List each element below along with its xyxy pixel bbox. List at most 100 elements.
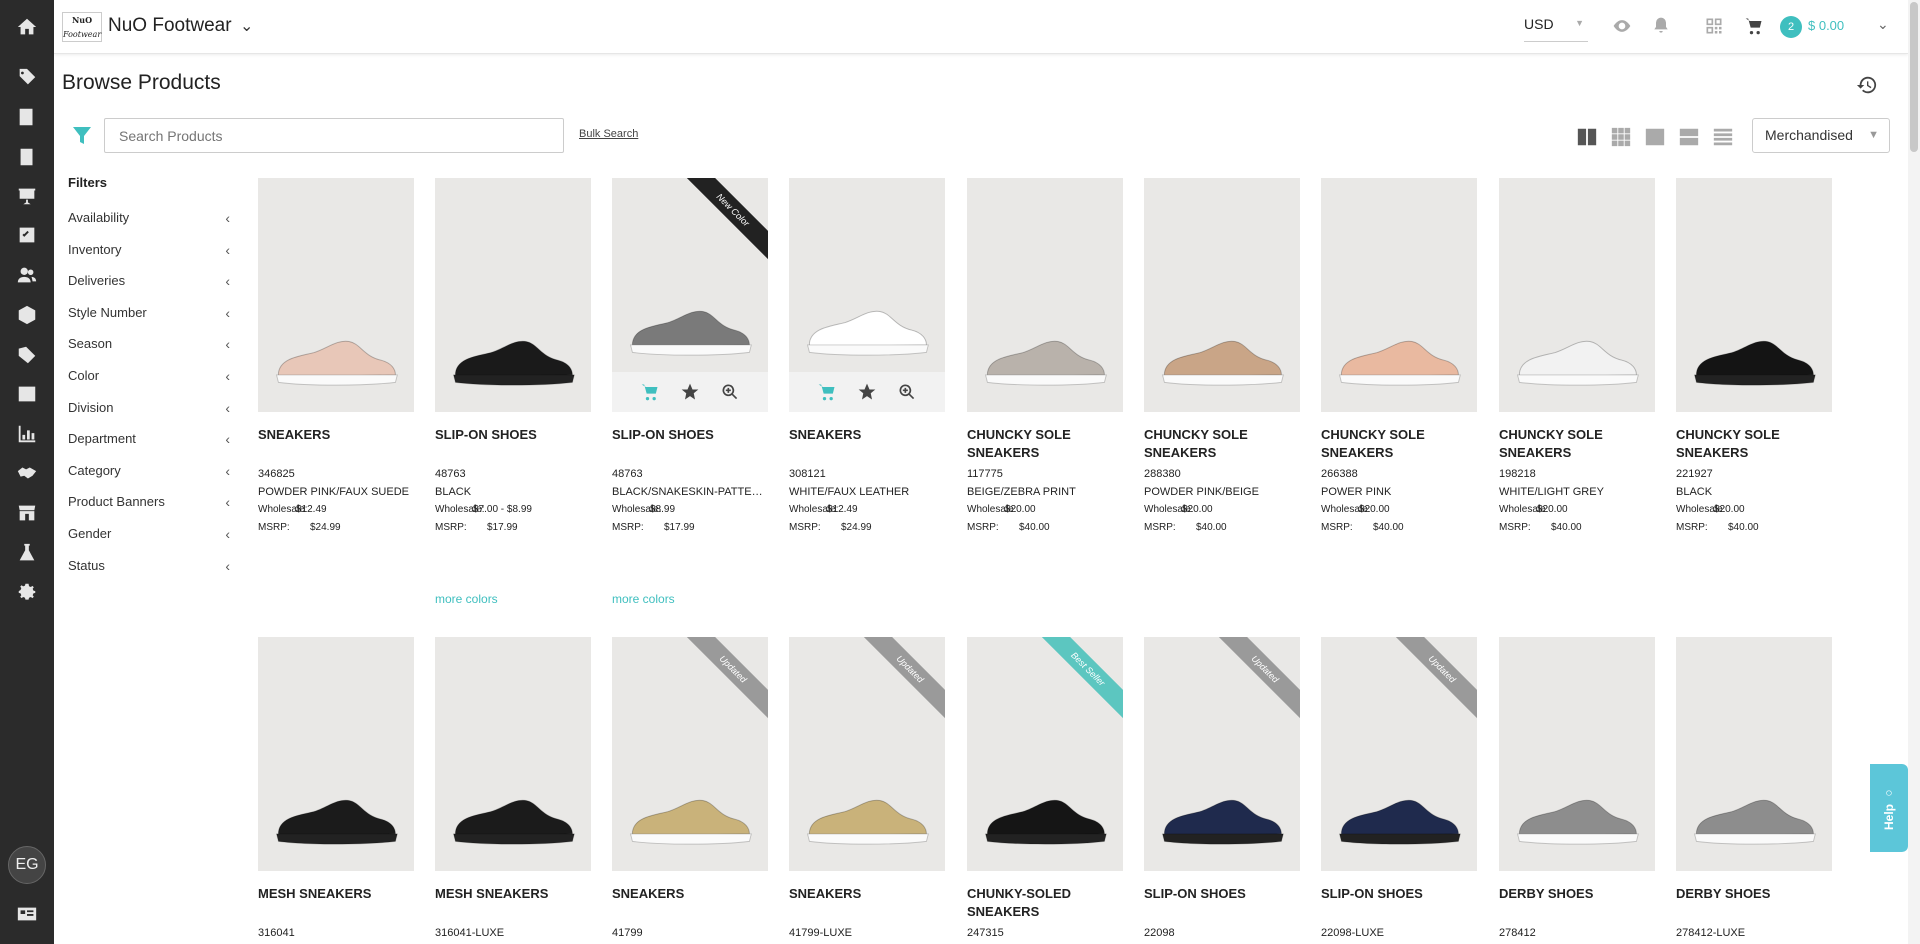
product-card[interactable]: CHUNCKY SOLE SNEAKERS 117775 BEIGE/ZEBRA P…: [967, 178, 1123, 618]
product-name[interactable]: SNEAKERS: [258, 426, 414, 444]
tag-icon[interactable]: [13, 64, 41, 92]
product-card[interactable]: CHUNCKY SOLE SNEAKERS 288380 POWDER PINK/B…: [1144, 178, 1300, 618]
product-image[interactable]: Updated: [1144, 637, 1300, 871]
zoom-icon[interactable]: [897, 382, 917, 402]
filter-item[interactable]: Department ‹: [68, 431, 234, 463]
product-image[interactable]: [1499, 637, 1655, 871]
product-image[interactable]: New Color: [612, 178, 768, 372]
filter-item[interactable]: Inventory ‹: [68, 242, 234, 274]
flask-icon[interactable]: [13, 539, 41, 567]
product-name[interactable]: CHUNCKY SOLE SNEAKERS: [1144, 426, 1300, 462]
help-button[interactable]: Help ○: [1870, 764, 1908, 852]
more-colors-link[interactable]: more colors: [435, 592, 498, 606]
presentation-icon[interactable]: [13, 182, 41, 210]
filter-item[interactable]: Category ‹: [68, 463, 234, 495]
cart-total[interactable]: $ 0.00: [1808, 18, 1844, 33]
product-card[interactable]: Best Seller CHUNKY-SOLED SNEAKERS 247315: [967, 637, 1123, 939]
product-image[interactable]: [435, 178, 591, 412]
product-card[interactable]: DERBY SHOES 278412-LUXE: [1676, 637, 1832, 939]
currency-select[interactable]: USD ▼: [1524, 16, 1588, 42]
user-menu-chevron-icon[interactable]: ⌄: [1877, 16, 1889, 33]
favorite-star-icon[interactable]: [680, 382, 700, 402]
product-name[interactable]: CHUNCKY SOLE SNEAKERS: [967, 426, 1123, 462]
product-image[interactable]: [1676, 637, 1832, 871]
filter-item[interactable]: Status ‹: [68, 558, 234, 590]
id-card-icon[interactable]: [13, 900, 41, 928]
search-products-input[interactable]: [104, 118, 564, 153]
filter-item[interactable]: Style Number ‹: [68, 305, 234, 337]
qr-scan-icon[interactable]: [1704, 16, 1726, 38]
product-name[interactable]: CHUNCKY SOLE SNEAKERS: [1676, 426, 1832, 462]
compact-list-view-icon[interactable]: [1712, 126, 1734, 148]
add-to-cart-icon[interactable]: [640, 382, 660, 402]
sort-select[interactable]: Merchandised ▼: [1752, 118, 1890, 153]
product-card[interactable]: Updated SNEAKERS 41799: [612, 637, 768, 939]
filter-item[interactable]: Availability ‹: [68, 210, 234, 242]
more-colors-link[interactable]: more colors: [612, 592, 675, 606]
product-card[interactable]: MESH SNEAKERS 316041-LUXE: [435, 637, 591, 939]
product-name[interactable]: SNEAKERS: [789, 426, 945, 444]
images-icon[interactable]: [13, 380, 41, 408]
product-name[interactable]: DERBY SHOES: [1499, 885, 1655, 903]
product-image[interactable]: [1499, 178, 1655, 412]
product-card[interactable]: CHUNCKY SOLE SNEAKERS 266388 POWER PINK Who…: [1321, 178, 1477, 618]
store-icon[interactable]: [13, 499, 41, 527]
list-view-icon[interactable]: [1678, 126, 1700, 148]
product-card[interactable]: CHUNCKY SOLE SNEAKERS 198218 WHITE/LIGHT G…: [1499, 178, 1655, 618]
product-name[interactable]: CHUNCKY SOLE SNEAKERS: [1321, 426, 1477, 462]
filter-funnel-icon[interactable]: [70, 124, 94, 148]
product-card[interactable]: New Color SLIP-ON SHOES 48763 BLACK/SNAKESK…: [612, 178, 768, 618]
product-card[interactable]: SNEAKERS 346825 POWDER PINK/FAUX SUEDE Whol…: [258, 178, 414, 618]
product-card[interactable]: CHUNCKY SOLE SNEAKERS 221927 BLACK Wholesal…: [1676, 178, 1832, 618]
product-image[interactable]: [789, 178, 945, 372]
product-card[interactable]: SLIP-ON SHOES 48763 BLACK Wholesale:$7.00 -…: [435, 178, 591, 618]
product-name[interactable]: CHUNCKY SOLE SNEAKERS: [1499, 426, 1655, 462]
user-avatar[interactable]: EG: [8, 846, 46, 884]
product-card[interactable]: Updated SLIP-ON SHOES 22098-LUXE: [1321, 637, 1477, 939]
zoom-icon[interactable]: [720, 382, 740, 402]
product-card[interactable]: MESH SNEAKERS 316041: [258, 637, 414, 939]
product-image[interactable]: Updated: [789, 637, 945, 871]
page-scrollbar[interactable]: [1908, 0, 1920, 944]
filter-item[interactable]: Gender ‹: [68, 526, 234, 558]
add-to-cart-icon[interactable]: [817, 382, 837, 402]
product-name[interactable]: CHUNKY-SOLED SNEAKERS: [967, 885, 1123, 921]
product-image[interactable]: [258, 178, 414, 412]
catalog-icon[interactable]: [13, 103, 41, 131]
users-icon[interactable]: [13, 261, 41, 289]
book-icon[interactable]: [13, 143, 41, 171]
home-icon[interactable]: [13, 13, 41, 41]
cart-count-badge[interactable]: 2: [1780, 16, 1802, 38]
scrollbar-thumb[interactable]: [1910, 2, 1918, 152]
product-card[interactable]: Updated SNEAKERS 41799-LUXE: [789, 637, 945, 939]
product-image[interactable]: Best Seller: [967, 637, 1123, 871]
checklist-icon[interactable]: [13, 221, 41, 249]
bulk-search-link[interactable]: Bulk Search: [579, 128, 638, 140]
product-image[interactable]: [967, 178, 1123, 412]
product-name[interactable]: MESH SNEAKERS: [258, 885, 414, 903]
product-name[interactable]: SNEAKERS: [789, 885, 945, 903]
settings-gear-icon[interactable]: [13, 578, 41, 606]
filter-item[interactable]: Color ‹: [68, 368, 234, 400]
brand-name[interactable]: NuO Footwear: [108, 15, 232, 37]
product-name[interactable]: SLIP-ON SHOES: [435, 426, 591, 444]
product-image[interactable]: Updated: [612, 637, 768, 871]
filter-item[interactable]: Product Banners ‹: [68, 494, 234, 526]
small-grid-view-icon[interactable]: [1610, 126, 1632, 148]
product-name[interactable]: SLIP-ON SHOES: [612, 426, 768, 444]
chevron-down-icon[interactable]: ⌄: [240, 16, 253, 36]
product-name[interactable]: SLIP-ON SHOES: [1144, 885, 1300, 903]
product-image[interactable]: [1144, 178, 1300, 412]
product-name[interactable]: SNEAKERS: [612, 885, 768, 903]
product-card[interactable]: SNEAKERS 308121 WHITE/FAUX LEATHER Wholesal…: [789, 178, 945, 618]
product-name[interactable]: MESH SNEAKERS: [435, 885, 591, 903]
favorite-star-icon[interactable]: [857, 382, 877, 402]
bar-chart-icon[interactable]: [13, 420, 41, 448]
filter-item[interactable]: Deliveries ‹: [68, 273, 234, 305]
single-tile-view-icon[interactable]: [1644, 126, 1666, 148]
box-icon[interactable]: [13, 301, 41, 329]
large-grid-view-icon[interactable]: [1576, 126, 1598, 148]
filter-item[interactable]: Season ‹: [68, 336, 234, 368]
product-card[interactable]: DERBY SHOES 278412: [1499, 637, 1655, 939]
product-card[interactable]: Updated SLIP-ON SHOES 22098: [1144, 637, 1300, 939]
